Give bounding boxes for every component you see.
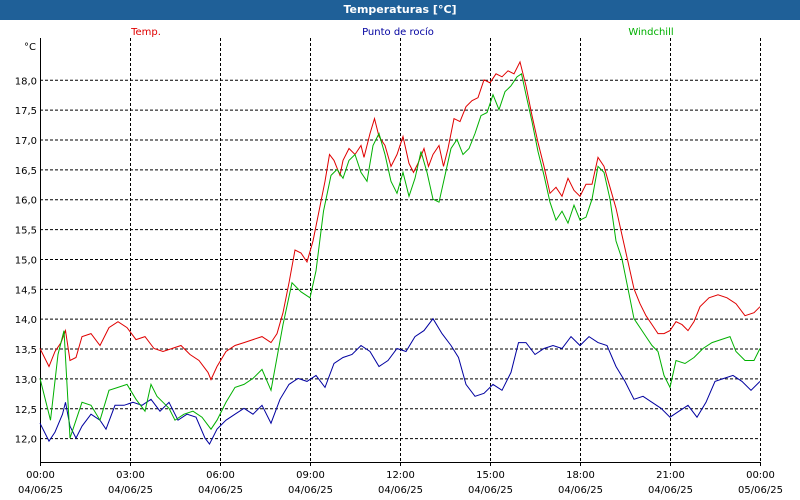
x-tick-date-label: 04/06/25 <box>108 485 153 496</box>
y-tick-label: 17,5 <box>15 106 37 117</box>
x-tick-time-label: 18:00 <box>566 470 595 481</box>
y-tick-label: 14,0 <box>15 315 37 326</box>
x-tick-time-label: 12:00 <box>386 470 415 481</box>
legend-entry: Windchill <box>628 27 673 38</box>
x-tick-date-label: 04/06/25 <box>198 485 243 496</box>
x-tick-date-label: 04/06/25 <box>648 485 693 496</box>
temperature-chart: 12,0 12,5 13,0 13,5 14,0 14,5 15,0 15,5 16,0 16,5… <box>15 26 783 496</box>
legend-entry: Temp. <box>130 27 161 38</box>
x-tick-time-label: 03:00 <box>116 470 145 481</box>
y-tick-label: 16,5 <box>15 166 37 177</box>
y-tick-label: 12,0 <box>15 435 37 446</box>
y-tick-label: 17,0 <box>15 136 37 147</box>
x-tick-time-label: 21:00 <box>656 470 685 481</box>
x-tick-time-label: 00:00 <box>26 470 55 481</box>
axes: 12,0 12,5 13,0 13,5 14,0 14,5 15,0 15,5 16,0 16,5… <box>15 38 783 496</box>
legend: Temp. Punto de rocío Windchill <box>130 26 674 38</box>
legend-entry: Punto de rocío <box>362 26 434 38</box>
y-tick-label: 12,5 <box>15 405 37 416</box>
y-unit-label: °C <box>24 42 36 53</box>
x-tick-date-label: 05/06/25 <box>738 485 783 496</box>
y-tick-label: 14,5 <box>15 285 37 296</box>
x-tick-time-label: 00:00 <box>746 470 775 481</box>
x-tick-date-label: 04/06/25 <box>288 485 333 496</box>
x-tick-time-label: 15:00 <box>476 470 505 481</box>
y-tick-label: 15,0 <box>15 255 37 266</box>
y-tick-label: 13,0 <box>15 375 37 386</box>
x-tick-date-label: 04/06/25 <box>18 485 63 496</box>
y-tick-label: 16,0 <box>15 196 37 207</box>
x-tick-date-label: 04/06/25 <box>468 485 513 496</box>
y-tick-label: 15,5 <box>15 226 37 237</box>
y-tick-label: 18,0 <box>15 76 37 87</box>
x-tick-time-label: 06:00 <box>206 470 235 481</box>
x-tick-date-label: 04/06/25 <box>558 485 603 496</box>
x-tick-time-label: 09:00 <box>296 470 325 481</box>
y-tick-label: 13,5 <box>15 345 37 356</box>
x-tick-date-label: 04/06/25 <box>378 485 423 496</box>
